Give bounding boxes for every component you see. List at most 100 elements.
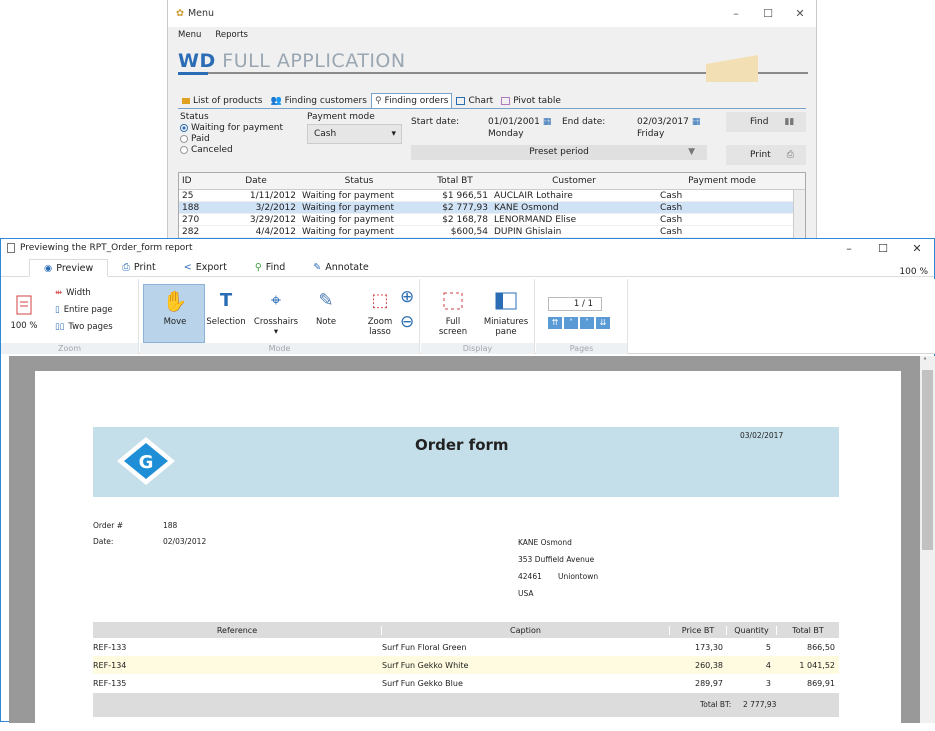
- table-row: REF-133 Surf Fun Floral Green 173,30 5 8…: [93, 642, 835, 652]
- last-page-icon[interactable]: ⇊: [596, 317, 610, 329]
- zoom-group: 100 % ⇹ Width ▯ Entire page ▯▯ Two pages Zo…: [1, 279, 139, 354]
- start-date-label: Start date:: [411, 117, 460, 127]
- tab-pivot-table[interactable]: Pivot table: [497, 93, 565, 108]
- tab-finding-customers[interactable]: 👥 Finding customers: [266, 93, 371, 108]
- tab-chart[interactable]: Chart: [452, 93, 497, 108]
- start-day-label: Monday: [488, 129, 524, 139]
- tab-preview[interactable]: ◉ Preview: [29, 259, 109, 277]
- miniatures-pane-button[interactable]: Miniatures pane: [483, 287, 529, 337]
- zoom-100-button[interactable]: 100 %: [7, 291, 41, 331]
- two-pages-button[interactable]: ▯▯ Two pages: [55, 322, 113, 332]
- bg-tab-bar: List of products 👥 Finding customers ⚲ Fin…: [178, 93, 565, 108]
- col-date[interactable]: Date: [213, 176, 299, 186]
- table-row[interactable]: 25 1/11/2012 Waiting for payment $1 966,…: [179, 190, 805, 202]
- status-label: Status: [180, 112, 209, 122]
- tab-export[interactable]: < Export: [170, 258, 241, 276]
- zoom-in-icon[interactable]: ⊕: [400, 287, 414, 307]
- preview-window-title: Previewing the RPT_Order_form report: [20, 243, 193, 253]
- col-status[interactable]: Status: [299, 176, 419, 186]
- col-price: Price BT: [670, 625, 727, 635]
- tab-list-of-products[interactable]: List of products: [178, 93, 266, 108]
- bg-window-title: Menu: [187, 8, 215, 19]
- table-row: REF-134 Surf Fun Gekko White 260,38 4 1 …: [93, 656, 839, 674]
- col-quantity: Quantity: [727, 625, 777, 635]
- customer-address: 353 Duffield Avenue: [518, 555, 595, 564]
- background-app-window: ✿ Menu – ☐ ✕ Menu Reports WD FULL APPLIC…: [167, 0, 817, 240]
- close-icon[interactable]: ✕: [900, 239, 934, 257]
- col-total[interactable]: Total BT: [419, 176, 491, 186]
- chevron-down-icon: ▾: [273, 327, 279, 337]
- svg-text:G: G: [139, 452, 154, 473]
- ribbon: 100 % ⇹ Width ▯ Entire page ▯▯ Two pages Zo…: [1, 279, 935, 354]
- zoom-lasso-button[interactable]: ⬚ Zoom lasso: [362, 287, 398, 338]
- page-number-field[interactable]: 1 / 1: [548, 297, 602, 311]
- col-reference: Reference: [93, 625, 382, 635]
- print-button[interactable]: Print ⎙: [726, 145, 806, 165]
- selection-button[interactable]: T Selection: [206, 287, 246, 328]
- app-icon: ✿: [176, 8, 184, 19]
- table-row-selected[interactable]: 188 3/2/2012 Waiting for payment $2 777,…: [179, 202, 805, 214]
- preset-period-button[interactable]: Preset period ▼: [411, 145, 707, 160]
- minimize-icon[interactable]: –: [720, 0, 752, 27]
- crosshairs-icon: ⌖: [270, 290, 282, 311]
- tab-find[interactable]: ⚲ Find: [241, 258, 299, 276]
- col-payment-mode[interactable]: Payment mode: [657, 176, 787, 186]
- order-date-value: 02/03/2012: [163, 537, 207, 546]
- next-page-icon[interactable]: ˅: [580, 317, 594, 329]
- printer-icon: ⎙: [786, 150, 794, 160]
- document-viewport[interactable]: G Order form 03/02/2017 Order # 188 Date…: [9, 356, 920, 731]
- tab-annotate[interactable]: ✎ Annotate: [299, 258, 382, 276]
- order-lines-table: Reference Caption Price BT Quantity Tota…: [93, 622, 839, 692]
- col-customer[interactable]: Customer: [491, 176, 657, 186]
- status-radio-paid[interactable]: Paid: [180, 134, 210, 144]
- orders-table: ID Date Status Total BT Customer Payment…: [178, 172, 806, 239]
- mode-group: ✋ Move T Selection ⌖ Crosshairs ▾ ✎ Note…: [140, 279, 420, 354]
- full-screen-button[interactable]: Full screen: [431, 287, 475, 337]
- report-preview-window: Previewing the RPT_Order_form report – ☐…: [0, 238, 935, 731]
- menu-item-reports[interactable]: Reports: [215, 30, 248, 40]
- scrollbar-thumb[interactable]: [922, 370, 933, 550]
- pages-group-label: Pages: [536, 343, 627, 354]
- width-button[interactable]: ⇹ Width: [55, 288, 91, 298]
- col-total: Total BT: [792, 625, 824, 635]
- chevron-down-icon: ▼: [688, 147, 695, 157]
- calendar-icon[interactable]: ▦: [692, 117, 701, 127]
- close-icon[interactable]: ✕: [784, 0, 816, 27]
- minimize-icon[interactable]: –: [832, 239, 866, 257]
- table-row[interactable]: 282 4/4/2012 Waiting for payment $600,54…: [179, 226, 805, 238]
- table-header: ID Date Status Total BT Customer Payment…: [179, 173, 805, 190]
- order-number-label: Order #: [93, 521, 123, 530]
- table-scrollbar[interactable]: [793, 190, 805, 239]
- col-id[interactable]: ID: [179, 176, 213, 186]
- tab-finding-orders[interactable]: ⚲ Finding orders: [370, 93, 453, 108]
- pen-icon: ✎: [318, 290, 334, 311]
- zoom-out-icon[interactable]: ⊖: [400, 312, 414, 332]
- previous-page-icon[interactable]: ˄: [564, 317, 578, 329]
- find-button[interactable]: Find ▮▮: [726, 112, 806, 132]
- entire-page-button[interactable]: ▯ Entire page: [55, 305, 113, 315]
- bg-menubar: Menu Reports: [168, 27, 816, 43]
- width-icon: ⇹: [55, 288, 63, 298]
- table-row[interactable]: 270 3/29/2012 Waiting for payment $2 168…: [179, 214, 805, 226]
- document-scrollbar[interactable]: ˄: [920, 356, 935, 723]
- search-icon: ⚲: [254, 261, 262, 273]
- first-page-icon[interactable]: ⇈: [548, 317, 562, 329]
- page-icon: ▯: [55, 305, 60, 315]
- note-button[interactable]: ✎ Note: [308, 287, 344, 328]
- maximize-icon[interactable]: ☐: [752, 0, 784, 27]
- maximize-icon[interactable]: ☐: [866, 239, 900, 257]
- start-date-field[interactable]: 01/01/2001 ▦: [488, 117, 551, 127]
- payment-mode-select[interactable]: Cash ▾: [307, 124, 402, 144]
- status-radio-canceled[interactable]: Canceled: [180, 145, 233, 155]
- two-pages-icon: ▯▯: [55, 322, 65, 332]
- scroll-up-icon[interactable]: ˄: [923, 357, 927, 366]
- tab-print[interactable]: ⎙ Print: [108, 258, 169, 276]
- move-button[interactable]: ✋ Move: [148, 287, 202, 327]
- miniatures-icon: [493, 287, 519, 315]
- status-radio-waiting[interactable]: Waiting for payment: [180, 123, 283, 133]
- end-date-field[interactable]: 02/03/2017 ▦: [637, 117, 700, 127]
- menu-item-menu[interactable]: Menu: [178, 30, 201, 40]
- calendar-icon[interactable]: ▦: [543, 117, 552, 127]
- filter-form: Status Waiting for payment Paid Canceled…: [178, 112, 808, 172]
- crosshairs-button[interactable]: ⌖ Crosshairs ▾: [250, 287, 302, 338]
